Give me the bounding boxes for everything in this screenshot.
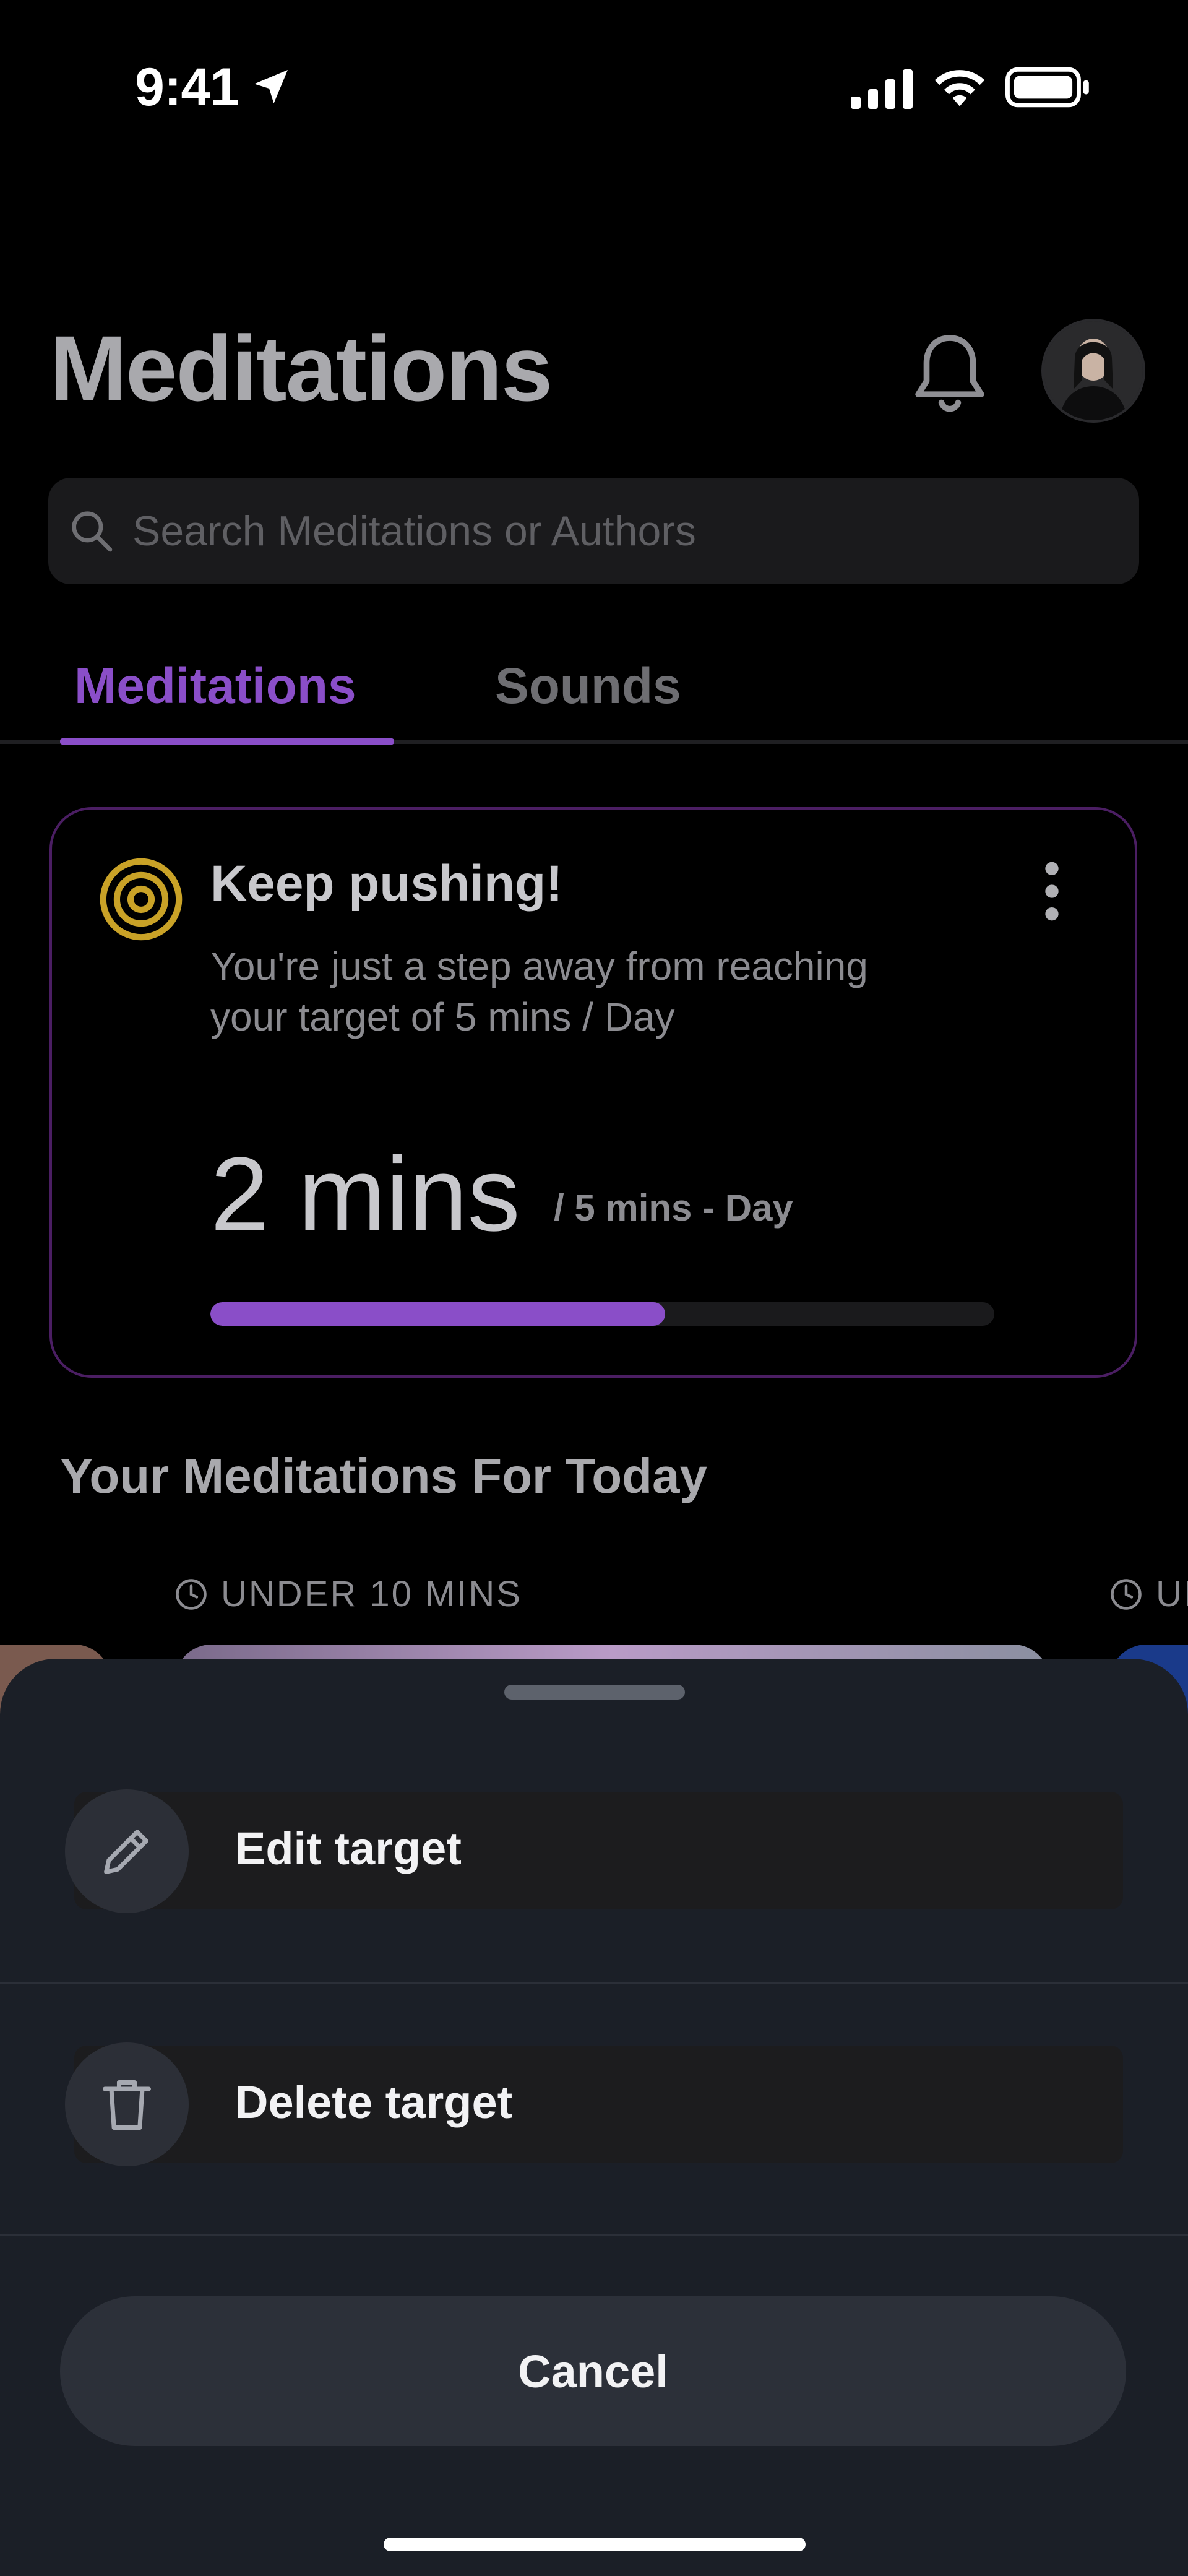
search-placeholder[interactable]: Search Meditations or Authors [132,506,696,556]
progress-goal: / 5 mins - Day [554,1187,793,1229]
active-tab-indicator [60,738,394,745]
search-icon [72,511,113,552]
avatar-portrait [1044,321,1143,420]
duration-label: UI [1156,1574,1188,1614]
progress-bar [210,1302,994,1326]
home-indicator[interactable] [384,2538,806,2551]
card-description: You're just a step away from reaching yo… [210,944,868,1039]
tab-meditations[interactable]: Meditations [74,661,356,712]
cellular-signal-icon [851,69,913,109]
location-arrow-icon [254,70,288,103]
clock-icon [176,1579,207,1610]
page-title: Meditations [50,316,553,420]
avatar[interactable] [1041,319,1145,423]
tab-sounds[interactable]: Sounds [495,661,681,712]
wifi-icon [934,70,985,106]
trash-icon [103,2080,151,2130]
status-time: 9:41 [135,58,239,117]
card-title: Keep pushing! [210,855,563,912]
progress-bar-fill [210,1302,665,1326]
section-title: Your Meditations For Today [60,1448,707,1503]
cancel-button[interactable]: Cancel [60,2296,1126,2446]
bell-icon[interactable] [910,328,990,421]
divider [0,1982,1188,1984]
duration-label: UNDER 10 MINS [221,1574,522,1614]
pencil-icon [104,1830,148,1874]
target-icon [100,858,183,941]
more-options-icon[interactable] [1040,860,1064,922]
edit-target-option[interactable] [74,1792,1123,1909]
delete-target-option[interactable] [74,2046,1123,2163]
edit-target-label[interactable]: Edit target [235,1826,462,1872]
sheet-handle[interactable] [504,1685,685,1700]
progress-current: 2 mins [210,1136,520,1253]
clock-icon [1111,1579,1142,1610]
divider [0,2234,1188,2236]
delete-target-label[interactable]: Delete target [235,2080,512,2125]
battery-icon [1005,67,1089,108]
